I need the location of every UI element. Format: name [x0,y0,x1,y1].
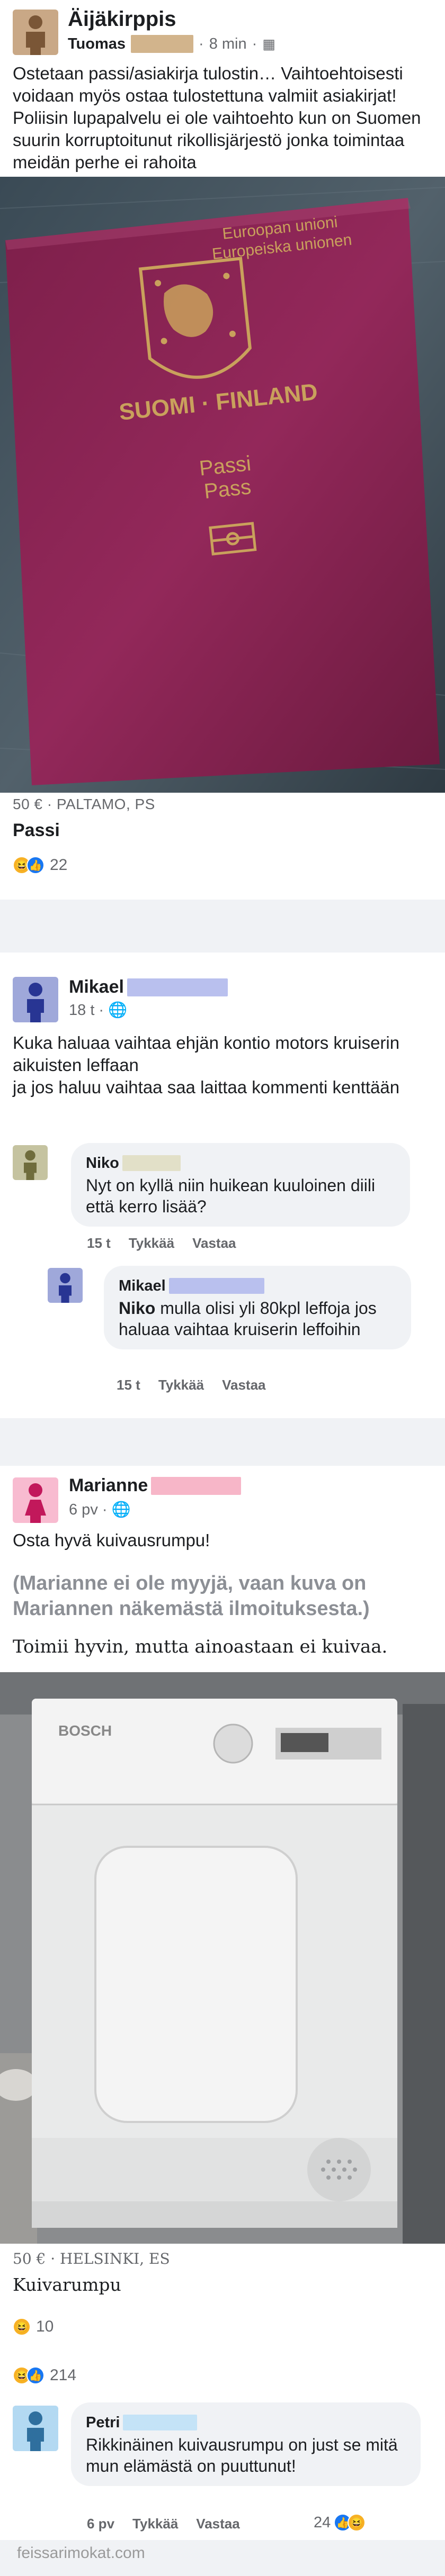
post-meta: 18 t · 🌐 [69,1002,128,1019]
post-separator [0,1418,445,1466]
person-icon [25,1483,46,1523]
person-icon [26,15,45,55]
person-icon [59,1273,72,1303]
like-button[interactable]: Tykkää [158,1377,204,1393]
reply-button[interactable]: Vastaa [222,1377,265,1393]
commenter-name[interactable]: Mikael [119,1275,166,1296]
comment-reactions[interactable]: 24 👍 😆 [314,2514,366,2532]
reactions-summary[interactable]: 😆 10 [13,2318,54,2336]
comment-actions: 15 t Tykkää Vastaa [117,1377,265,1393]
like-button[interactable]: Tykkää [132,2516,178,2532]
like-reaction-icon: 👍 [26,2366,44,2384]
commenter-avatar[interactable] [13,1145,48,1180]
group-privacy-icon: ▦ [262,35,275,52]
comment-bubble: Niko Nyt on kyllä niin huikean kuuloinen… [71,1143,410,1227]
author-avatar[interactable] [13,977,58,1022]
comment-actions: 15 t Tykkää Vastaa [87,1235,236,1251]
comment-time[interactable]: 15 t [117,1377,140,1393]
comment-text: Rikkinäinen kuivausrumpu on just se mitä… [86,2435,398,2475]
person-icon [27,2411,44,2451]
passport-doc-2: Pass [203,475,252,503]
author-line: Marianne [69,1475,242,1496]
redacted-surname [122,1155,181,1171]
reply-button[interactable]: Vastaa [192,1235,236,1251]
dryer-photo[interactable]: BOSCH [0,1672,445,2244]
group-avatar[interactable] [13,10,58,55]
passport-photo[interactable]: Euroopan unioni Europeiska unionen SUOMI… [0,177,445,793]
comment-time[interactable]: 6 pv [87,2516,114,2532]
item-title[interactable]: Passi [13,820,60,841]
reaction-count: 24 [314,2514,331,2531]
post-text: Kuka haluaa vaihtaa ehjän kontio motors … [13,1033,400,1097]
author-line: Mikael [69,977,228,997]
post-separator [0,900,445,953]
post-meta: 6 pv · 🌐 [69,1501,131,1518]
globe-icon: 🌐 [108,1002,128,1019]
haha-reaction-icon: 😆 [348,2514,366,2532]
like-button[interactable]: Tykkää [129,1235,174,1251]
comment-text: mulla olisi yli 80kpl leffoja jos haluaa… [119,1299,377,1339]
post-text: Ostetaan passi/asiakirja tulostin… Vaiht… [13,64,421,172]
reactions-summary[interactable]: 😆 👍 214 [13,2366,76,2384]
commenter-name[interactable]: Petri [86,2412,120,2433]
mention-link[interactable]: Niko [119,1299,155,1318]
haha-reaction-icon: 😆 [13,2318,31,2336]
redacted-surname [168,1278,264,1294]
commenter-name[interactable]: Niko [86,1153,119,1174]
post-time[interactable]: 18 t [69,1002,94,1019]
item-title[interactable]: Kuivarumpu [13,2274,121,2295]
commenter-avatar[interactable] [48,1268,83,1303]
like-reaction-icon: 👍 [26,856,44,874]
reaction-count: 22 [50,856,68,874]
redacted-surname [127,978,228,996]
editor-note: (Marianne ei ole myyjä, vaan kuva on Mar… [13,1572,370,1620]
site-watermark: feissarimokat.com [17,2544,145,2562]
post-time[interactable]: 8 min [209,35,247,53]
group-name[interactable]: Äijäkirppis [68,7,176,31]
person-icon [27,983,44,1022]
globe-icon: 🌐 [111,1501,131,1518]
reply-button[interactable]: Vastaa [196,2516,239,2532]
post-time[interactable]: 6 pv [69,1501,98,1518]
author-avatar[interactable] [13,1477,58,1523]
vent-grille-icon [307,2138,371,2201]
redacted-surname [151,1476,242,1495]
dryer-brand: BOSCH [58,1722,112,1739]
commenter-avatar[interactable] [13,2406,58,2451]
price-location: 50 € · HELSINKI, ES [13,2250,170,2267]
comment-text: Nyt on kyllä niin huikean kuuloinen diil… [86,1176,376,1216]
comment-bubble: Mikael Niko mulla olisi yli 80kpl leffoj… [104,1266,411,1349]
reactions-summary[interactable]: 😆 👍 22 [13,856,67,874]
author-name[interactable]: Marianne [69,1475,148,1496]
author-name[interactable]: Mikael [69,977,124,997]
person-icon [24,1150,37,1180]
redacted-surname [123,2415,198,2430]
redacted-surname [131,35,194,53]
listing-caption: Toimii hyvin, mutta ainoastaan ei kuivaa… [13,1636,388,1657]
dot-separator: · [252,35,257,52]
post-meta: Tuomas · 8 min · ▦ [68,35,275,53]
reaction-count: 214 [50,2366,77,2384]
dryer-door [94,1846,298,2123]
dot-separator: · [199,35,204,52]
author-name[interactable]: Tuomas [68,35,126,53]
post-aijakirppis: Äijäkirppis Tuomas · 8 min · ▦ Ostetaan … [0,0,445,900]
price-location: 50 € · PALTAMO, PS [13,796,155,812]
comment-bubble: Petri Rikkinäinen kuivausrumpu on just s… [71,2402,421,2486]
program-dial-icon [213,1724,253,1764]
post-text: Osta hyvä kuivausrumpu! [13,1530,210,1550]
comment-time[interactable]: 15 t [87,1235,111,1251]
reaction-count: 10 [36,2318,54,2335]
